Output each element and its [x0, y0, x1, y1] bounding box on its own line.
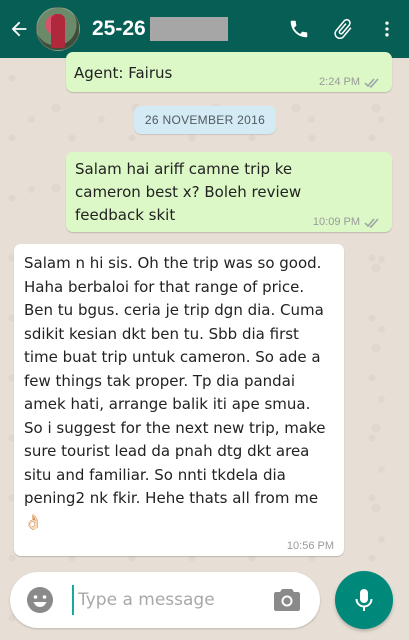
- attach-button[interactable]: [321, 0, 365, 58]
- message-text: Salam hai ariff camne trip ke cameron be…: [75, 160, 302, 224]
- back-button[interactable]: [4, 0, 34, 58]
- message-time: 10:56 PM: [286, 540, 334, 552]
- message-meta: 10:09 PM: [313, 216, 382, 228]
- paperclip-icon: [334, 19, 352, 39]
- message-meta: 10:56 PM: [287, 540, 334, 552]
- smiley-icon: [27, 587, 53, 613]
- message-outgoing[interactable]: Agent: Fairus 2:24 PM: [66, 52, 392, 92]
- camera-button[interactable]: [272, 586, 302, 614]
- more-options-button[interactable]: [365, 0, 409, 58]
- call-button[interactable]: [277, 0, 321, 58]
- message-meta: 2:24 PM: [319, 76, 382, 88]
- message-text: Salam n hi sis. Oh the trip was so good.…: [24, 252, 330, 534]
- redaction-box: [150, 17, 228, 41]
- double-check-icon: [364, 218, 379, 228]
- microphone-icon: [355, 589, 373, 611]
- double-check-icon: [364, 78, 379, 88]
- emoji-button[interactable]: [24, 584, 56, 616]
- message-input[interactable]: [72, 585, 262, 615]
- message-body: Salam n hi sis. Oh the trip was so good.…: [24, 254, 326, 507]
- message-incoming[interactable]: Salam n hi sis. Oh the trip was so good.…: [14, 244, 344, 556]
- voice-record-button[interactable]: [335, 571, 393, 629]
- message-time: 2:24 PM: [319, 76, 360, 88]
- message-text: Agent: Fairus: [74, 64, 173, 82]
- date-divider: 26 NOVEMBER 2016: [134, 106, 276, 134]
- camera-icon: [274, 589, 300, 611]
- message-outgoing[interactable]: Salam hai ariff camne trip ke cameron be…: [66, 152, 392, 232]
- message-composer: [10, 572, 320, 628]
- chat-header: 25-26 Nov S: [0, 0, 409, 58]
- arrow-left-icon: [11, 21, 27, 37]
- more-vert-icon: [385, 21, 389, 37]
- message-time: 10:09 PM: [312, 216, 360, 228]
- chat-title-area[interactable]: 25-26 Nov S: [92, 0, 242, 58]
- phone-icon: [290, 20, 308, 38]
- contact-avatar[interactable]: [36, 7, 80, 51]
- ok-hand-emoji: 👌🏻: [24, 512, 43, 531]
